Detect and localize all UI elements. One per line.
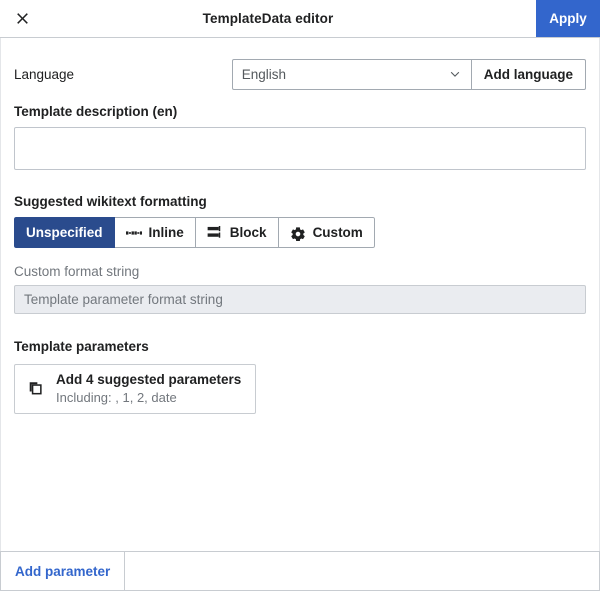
format-option-inline[interactable]: Inline bbox=[114, 217, 196, 248]
formatting-heading: Suggested wikitext formatting bbox=[14, 194, 207, 209]
footer-spacer bbox=[125, 552, 599, 590]
add-suggested-parameters-button[interactable]: Add 4 suggested parameters Including: , … bbox=[14, 364, 257, 415]
format-option-label: Unspecified bbox=[26, 225, 103, 240]
gear-icon bbox=[290, 225, 306, 241]
add-parameter-button[interactable]: Add parameter bbox=[1, 552, 126, 590]
template-description-input[interactable] bbox=[14, 127, 586, 170]
language-select[interactable]: English bbox=[231, 58, 472, 90]
block-icon bbox=[207, 225, 223, 241]
add-language-button[interactable]: Add language bbox=[471, 58, 586, 90]
custom-format-label: Custom format string bbox=[14, 264, 140, 279]
template-parameters-heading: Template parameters bbox=[14, 339, 149, 354]
chevron-down-icon bbox=[448, 67, 462, 81]
language-select-value: English bbox=[241, 66, 287, 82]
duplicate-icon bbox=[26, 379, 46, 399]
inline-icon bbox=[125, 225, 142, 241]
language-label: Language bbox=[14, 66, 75, 82]
language-row: Language English Add language bbox=[14, 58, 586, 90]
format-option-label: Block bbox=[229, 225, 267, 240]
suggest-button-texts: Add 4 suggested parameters Including: , … bbox=[56, 372, 241, 406]
format-option-custom[interactable]: Custom bbox=[278, 217, 375, 248]
dialog-footer: Add parameter bbox=[0, 551, 600, 591]
templatedata-editor-dialog: TemplateData editor Apply Language Engli… bbox=[0, 0, 600, 591]
suggest-button-title: Add 4 suggested parameters bbox=[56, 372, 242, 387]
format-option-label: Custom bbox=[312, 225, 363, 240]
language-controls: English Add language bbox=[231, 58, 586, 90]
dialog-title: TemplateData editor bbox=[202, 11, 334, 26]
format-option-label: Inline bbox=[148, 225, 184, 240]
apply-button[interactable]: Apply bbox=[536, 0, 600, 37]
suggest-button-subtitle: Including: , 1, 2, date bbox=[56, 389, 177, 405]
custom-format-input[interactable] bbox=[14, 285, 586, 314]
dialog-body: Language English Add language Template d… bbox=[0, 38, 600, 551]
format-option-unspecified[interactable]: Unspecified bbox=[14, 217, 115, 248]
dialog-titlebar: TemplateData editor Apply bbox=[0, 0, 600, 38]
template-description-heading: Template description (en) bbox=[14, 104, 178, 119]
format-option-block[interactable]: Block bbox=[195, 217, 279, 248]
formatting-button-group: Unspecified Inline Block Custom bbox=[14, 217, 375, 248]
